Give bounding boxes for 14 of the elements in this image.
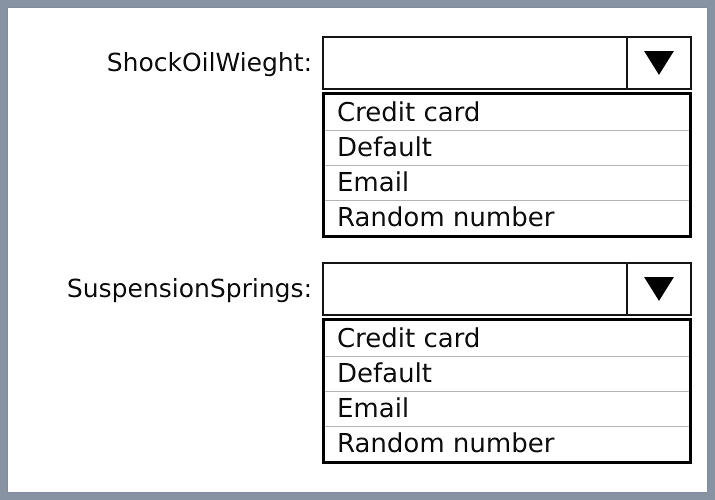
list-option[interactable]: Random number [325,426,689,461]
dropdown-arrow-icon [644,277,674,301]
dropdown[interactable] [322,36,692,90]
dropdown[interactable] [322,262,692,316]
list-option[interactable]: Email [325,391,689,426]
list-option[interactable]: Credit card [325,321,689,356]
list-option[interactable]: Default [325,130,689,165]
list-option[interactable]: Email [325,165,689,200]
field-label: ShockOilWieght: [106,47,312,80]
list-option[interactable]: Random number [325,200,689,235]
list-option[interactable]: Default [325,356,689,391]
dropdown-arrow-icon [644,51,674,75]
field-label: SuspensionSprings: [66,273,312,306]
list-option[interactable]: Credit card [325,95,689,130]
